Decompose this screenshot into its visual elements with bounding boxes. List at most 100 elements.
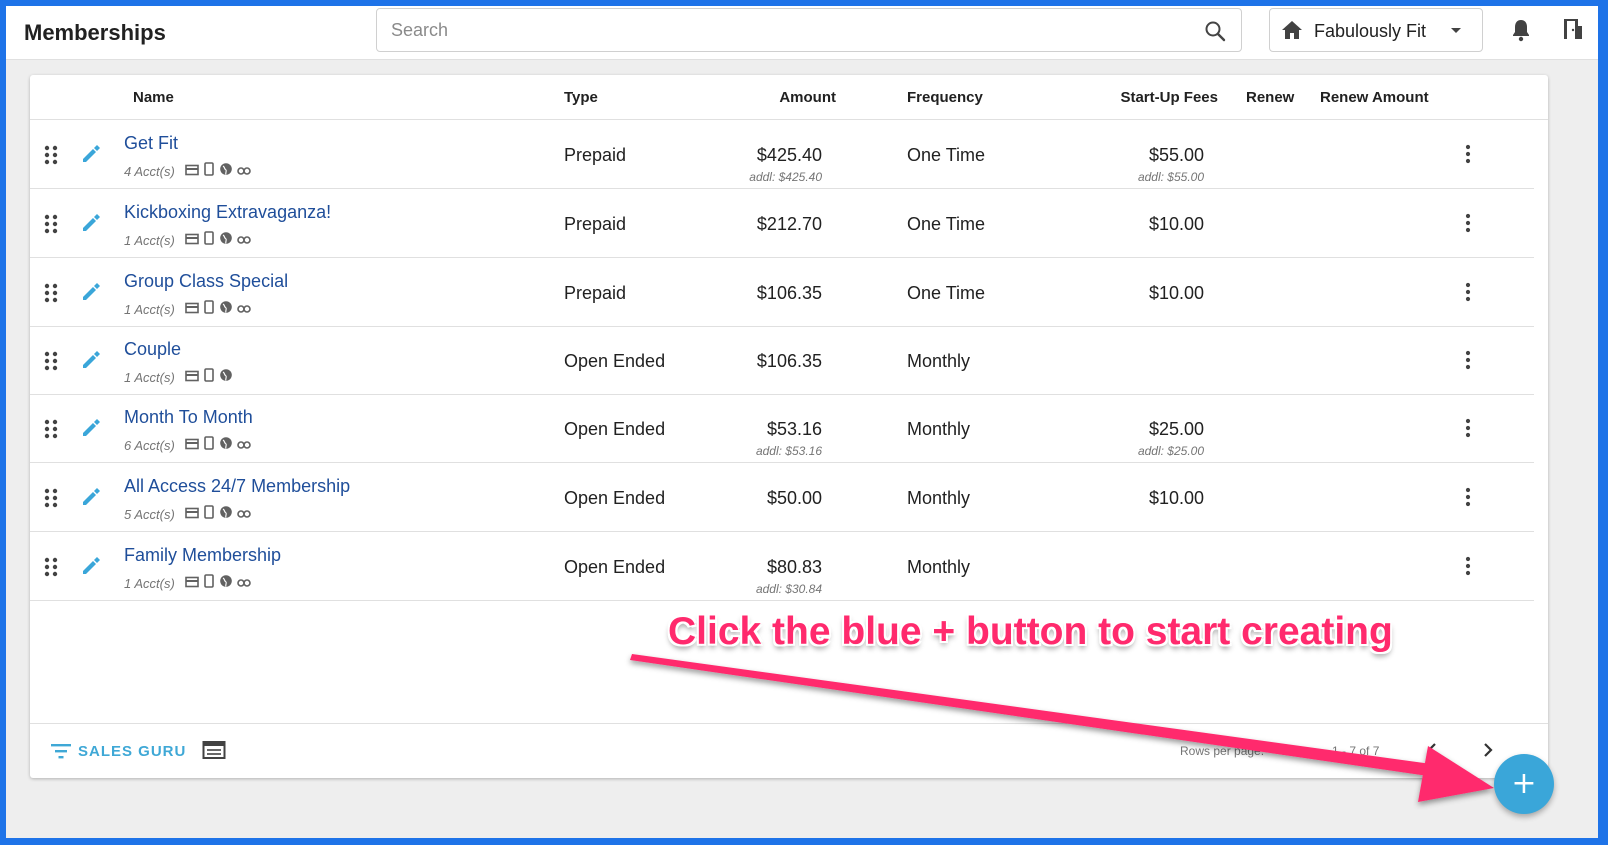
link-icon: [237, 506, 251, 524]
bell-icon[interactable]: [1510, 18, 1532, 47]
drag-handle-icon[interactable]: [44, 557, 58, 582]
drag-handle-icon[interactable]: [44, 419, 58, 444]
top-app-bar: Memberships Fabulously Fit: [6, 6, 1598, 60]
annotation-text: Click the blue + button to start creatin…: [668, 610, 1393, 653]
rows-per-page-select[interactable]: 25: [1282, 744, 1295, 758]
membership-amount: $106.35: [756, 283, 822, 303]
more-vert-icon[interactable]: [1464, 418, 1472, 443]
membership-name-link[interactable]: Group Class Special: [124, 271, 288, 292]
credit-card-icon: [185, 301, 199, 319]
column-header-startup-fees[interactable]: Start-Up Fees: [1120, 89, 1218, 106]
membership-type: Open Ended: [564, 557, 666, 577]
chevron-right-icon[interactable]: [1478, 740, 1498, 765]
mobile-icon: [203, 505, 215, 524]
column-header-name[interactable]: Name: [133, 89, 174, 106]
membership-meta: 1 Acct(s): [124, 368, 233, 387]
memberships-table-card: Name Type Amount Frequency Start-Up Fees…: [30, 75, 1548, 778]
more-vert-icon[interactable]: [1464, 144, 1472, 169]
location-label: Fabulously Fit: [1314, 21, 1427, 41]
membership-amount: $425.40: [756, 145, 822, 165]
membership-name-link[interactable]: Couple: [124, 339, 181, 360]
account-count: 1 Acct(s): [124, 302, 175, 317]
membership-meta: 4 Acct(s): [124, 162, 251, 181]
column-header-type[interactable]: Type: [564, 89, 598, 106]
drag-handle-icon[interactable]: [44, 488, 58, 513]
drag-handle-icon[interactable]: [44, 145, 58, 170]
edit-pencil-icon[interactable]: [80, 349, 102, 376]
startup-fee: $55.00: [1148, 145, 1204, 165]
chevron-down-icon[interactable]: [1446, 20, 1466, 45]
drag-handle-icon[interactable]: [44, 283, 58, 308]
chevron-left-icon[interactable]: [1422, 740, 1442, 765]
membership-frequency: One Time: [907, 145, 986, 165]
membership-name-link[interactable]: Kickboxing Extravaganza!: [124, 202, 331, 223]
table-row[interactable]: Couple 1 Acct(s) Open Ended $106.35 Monthly: [30, 326, 1534, 395]
membership-type: Open Ended: [564, 351, 666, 371]
membership-type: Prepaid: [564, 145, 627, 165]
credit-card-icon: [185, 232, 199, 250]
add-membership-button[interactable]: +: [1494, 754, 1554, 814]
more-vert-icon[interactable]: [1464, 350, 1472, 375]
more-vert-icon[interactable]: [1464, 213, 1472, 238]
mobile-icon: [203, 368, 215, 387]
search-icon[interactable]: [1203, 19, 1227, 48]
filter-icon[interactable]: [50, 742, 72, 765]
table-row[interactable]: All Access 24/7 Membership 5 Acct(s) Open …: [30, 463, 1534, 532]
table-row[interactable]: Get Fit 4 Acct(s) Prepaid $425.40 addl: $425…: [30, 120, 1534, 189]
table-row[interactable]: Family Membership 1 Acct(s) Open Ended $80.…: [30, 532, 1534, 601]
membership-name-link[interactable]: Family Membership: [124, 545, 281, 566]
account-count: 5 Acct(s): [124, 507, 175, 522]
mobile-icon: [203, 300, 215, 319]
membership-name-link[interactable]: Month To Month: [124, 407, 253, 428]
table-row[interactable]: Group Class Special 1 Acct(s) Prepaid $106.…: [30, 258, 1534, 327]
drag-handle-icon[interactable]: [44, 214, 58, 239]
credit-card-icon: [185, 369, 199, 387]
mobile-icon: [203, 436, 215, 455]
edit-pencil-icon[interactable]: [80, 143, 102, 170]
more-vert-icon[interactable]: [1464, 282, 1472, 307]
column-header-renew[interactable]: Renew: [1246, 89, 1294, 106]
view-columns-icon[interactable]: [202, 740, 226, 765]
edit-pencil-icon[interactable]: [80, 212, 102, 239]
edit-pencil-icon[interactable]: [80, 417, 102, 444]
startup-fee-addl: addl: $55.00: [1137, 170, 1204, 184]
edit-pencil-icon[interactable]: [80, 555, 102, 582]
drag-handle-icon[interactable]: [44, 351, 58, 376]
link-icon: [237, 575, 251, 593]
more-vert-icon[interactable]: [1464, 487, 1472, 512]
membership-amount: $53.16: [766, 419, 822, 439]
globe-icon: [219, 574, 233, 593]
edit-pencil-icon[interactable]: [80, 486, 102, 513]
startup-fee: $10.00: [1148, 283, 1204, 303]
credit-card-icon: [185, 437, 199, 455]
mobile-icon: [203, 574, 215, 593]
startup-fee: $10.00: [1148, 214, 1204, 234]
membership-amount: $80.83: [766, 557, 822, 577]
location-select[interactable]: Fabulously Fit: [1269, 8, 1483, 52]
credit-card-icon: [185, 163, 199, 181]
membership-meta: 1 Acct(s): [124, 574, 251, 593]
search-input[interactable]: [391, 9, 1171, 51]
table-row[interactable]: Month To Month 6 Acct(s) Open Ended $53.16 a…: [30, 394, 1534, 463]
globe-icon: [219, 231, 233, 250]
column-header-renew-amount[interactable]: Renew Amount: [1320, 89, 1429, 106]
startup-fee: $10.00: [1148, 488, 1204, 508]
column-header-frequency[interactable]: Frequency: [907, 89, 983, 106]
membership-frequency: Monthly: [907, 419, 971, 439]
logout-door-icon[interactable]: [1562, 16, 1584, 47]
sales-guru-button[interactable]: SALES GURU: [78, 743, 186, 760]
edit-pencil-icon[interactable]: [80, 281, 102, 308]
link-icon: [237, 232, 251, 250]
membership-frequency: One Time: [907, 283, 986, 303]
link-icon: [237, 163, 251, 181]
membership-type: Open Ended: [564, 419, 666, 439]
membership-amount: $212.70: [756, 214, 822, 234]
membership-name-link[interactable]: All Access 24/7 Membership: [124, 476, 350, 497]
table-row[interactable]: Kickboxing Extravaganza! 1 Acct(s) Prepaid…: [30, 189, 1534, 258]
membership-meta: 1 Acct(s): [124, 300, 251, 319]
membership-name-link[interactable]: Get Fit: [124, 133, 178, 154]
more-vert-icon[interactable]: [1464, 556, 1472, 581]
search-box[interactable]: [376, 8, 1242, 52]
membership-meta: 5 Acct(s): [124, 505, 251, 524]
column-header-amount[interactable]: Amount: [779, 89, 836, 106]
